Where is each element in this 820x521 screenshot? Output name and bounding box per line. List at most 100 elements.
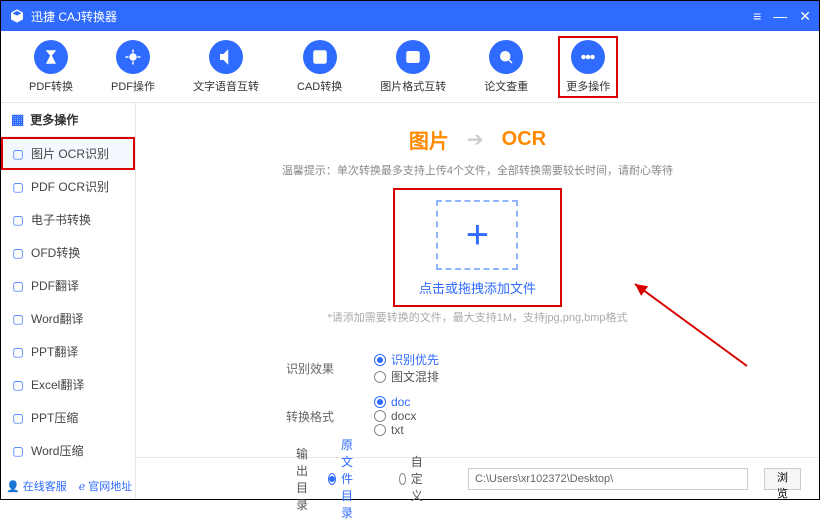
sidebar-item-label: Excel翻译 <box>31 376 84 393</box>
sidebar-item-ofd[interactable]: ▢ OFD转换 <box>1 236 135 269</box>
radio-mixed[interactable]: 图文混排 <box>374 368 439 385</box>
support-link[interactable]: 👤在线客服 <box>6 478 67 494</box>
hero: 图片 ➔ OCR <box>409 125 546 154</box>
option-format-row: 转换格式 docdocxtxt <box>286 395 789 437</box>
sidebar-item-label: PPT翻译 <box>31 343 78 360</box>
doc-icon: ▢ <box>11 180 25 194</box>
drop-zone[interactable]: + <box>436 200 518 270</box>
bottom-links: 👤在线客服 ℯ官网地址 <box>6 478 132 494</box>
sidebar-item-word-trans[interactable]: ▢ Word翻译 <box>1 302 135 335</box>
option-effect-label: 识别效果 <box>286 360 346 377</box>
toolbar-cad-convert[interactable]: CAD转换 <box>289 36 350 98</box>
doc-icon: ▢ <box>11 312 25 326</box>
sidebar-item-pdf-trans[interactable]: ▢ PDF翻译 <box>1 269 135 302</box>
toolbar-label: PDF转换 <box>29 78 73 94</box>
sidebar-item-pdf-ocr[interactable]: ▢ PDF OCR识别 <box>1 170 135 203</box>
arrow-right-icon: ➔ <box>467 127 484 152</box>
hero-from: 图片 <box>409 125 449 154</box>
options: 识别效果 识别优先图文混排 转换格式 docdocxtxt <box>166 351 789 437</box>
radio-dot-icon <box>374 371 386 383</box>
radio-docx[interactable]: docx <box>374 409 416 423</box>
thesis-dup-icon <box>489 40 523 74</box>
radio-recognize[interactable]: 识别优先 <box>374 351 439 368</box>
toolbar-more[interactable]: 更多操作 <box>558 36 618 98</box>
sidebar-item-label: 图片 OCR识别 <box>31 145 109 162</box>
sidebar-item-word-comp[interactable]: ▢ Word压缩 <box>1 434 135 467</box>
sidebar: ▦ 更多操作 ▢ 图片 OCR识别 ▢ PDF OCR识别 ▢ 电子书转换 ▢ OFD转换 ▢ P… <box>1 103 136 499</box>
hero-to: OCR <box>502 128 546 151</box>
sidebar-item-label: 电子书转换 <box>31 211 91 228</box>
radio-dot-icon <box>374 396 386 408</box>
toolbar-tts[interactable]: 文字语音互转 <box>185 36 267 98</box>
sidebar-header-label: 更多操作 <box>30 111 78 128</box>
doc-icon: ▢ <box>11 279 25 293</box>
plus-icon: + <box>466 215 489 255</box>
sidebar-item-ppt-comp[interactable]: ▢ PPT压缩 <box>1 401 135 434</box>
menu-icon[interactable]: ≡ <box>753 8 761 25</box>
tts-icon <box>209 40 243 74</box>
toolbar-label: PDF操作 <box>111 78 155 94</box>
toolbar-thesis-dup[interactable]: 论文查重 <box>476 36 536 98</box>
minimize-icon[interactable]: — <box>773 8 787 25</box>
sidebar-item-label: Word压缩 <box>31 442 83 459</box>
sidebar-item-label: PPT压缩 <box>31 409 78 426</box>
sidebar-item-label: PDF翻译 <box>31 277 79 294</box>
browse-button[interactable]: 浏览 <box>764 468 801 490</box>
toolbar-label: CAD转换 <box>297 78 342 94</box>
doc-icon: ▢ <box>11 444 25 458</box>
doc-icon: ▢ <box>11 345 25 359</box>
radio-dot-icon <box>399 473 406 485</box>
drop-area-highlight: + 点击或拖拽添加文件 <box>395 190 560 305</box>
toolbar-label: 更多操作 <box>566 78 610 94</box>
toolbar-label: 文字语音互转 <box>193 78 259 94</box>
toolbar-img-convert[interactable]: 图片格式互转 <box>372 36 454 98</box>
pdf-convert-icon <box>34 40 68 74</box>
globe-icon: ℯ <box>79 480 86 493</box>
sidebar-item-img-ocr[interactable]: ▢ 图片 OCR识别 <box>1 137 135 170</box>
main-area: ▦ 更多操作 ▢ 图片 OCR识别 ▢ PDF OCR识别 ▢ 电子书转换 ▢ OFD转换 ▢ P… <box>1 103 819 499</box>
pdf-operate-icon <box>116 40 150 74</box>
drop-hint: *请添加需要转换的文件，最大支持1M，支持jpg,png,bmp格式 <box>327 309 627 325</box>
toolbar-pdf-convert[interactable]: PDF转换 <box>21 36 81 98</box>
doc-icon: ▢ <box>11 378 25 392</box>
grid-icon: ▦ <box>11 111 24 128</box>
more-icon <box>571 40 605 74</box>
output-bar: 输出目录 原文件目录自定义 浏览 <box>136 457 819 499</box>
cad-convert-icon <box>303 40 337 74</box>
toolbar-pdf-operate[interactable]: PDF操作 <box>103 36 163 98</box>
sidebar-item-label: PDF OCR识别 <box>31 178 109 195</box>
drop-label: 点击或拖拽添加文件 <box>419 278 536 297</box>
output-label: 输出目录 <box>296 445 312 513</box>
sidebar-item-ebook[interactable]: ▢ 电子书转换 <box>1 203 135 236</box>
website-link[interactable]: ℯ官网地址 <box>79 478 133 494</box>
sidebar-item-ppt-trans[interactable]: ▢ PPT翻译 <box>1 335 135 368</box>
doc-icon: ▢ <box>11 246 25 260</box>
radio-dot-icon <box>374 354 386 366</box>
option-effect-row: 识别效果 识别优先图文混排 <box>286 351 789 385</box>
output-path-input[interactable] <box>468 468 748 490</box>
close-icon[interactable]: ✕ <box>799 8 811 25</box>
top-toolbar: PDF转换 PDF操作 文字语音互转 CAD转换 图片格式互转 论文查重 更多操作 <box>1 31 819 103</box>
radio-custom[interactable]: 自定义 <box>399 436 428 521</box>
sidebar-item-xls-trans[interactable]: ▢ Excel翻译 <box>1 368 135 401</box>
titlebar: 迅捷 CAJ转换器 ≡ — ✕ <box>1 1 819 31</box>
doc-icon: ▢ <box>11 411 25 425</box>
support-icon: 👤 <box>6 480 20 493</box>
toolbar-label: 图片格式互转 <box>380 78 446 94</box>
sidebar-header: ▦ 更多操作 <box>1 103 135 137</box>
radio-dot-icon <box>374 410 386 422</box>
option-format-label: 转换格式 <box>286 408 346 425</box>
img-convert-icon <box>396 40 430 74</box>
sidebar-item-label: Word翻译 <box>31 310 83 327</box>
sidebar-item-label: OFD转换 <box>31 244 80 261</box>
radio-txt[interactable]: txt <box>374 423 416 437</box>
doc-icon: ▢ <box>11 147 25 161</box>
radio-dot-icon <box>328 473 336 485</box>
doc-icon: ▢ <box>11 213 25 227</box>
radio-dot-icon <box>374 424 386 436</box>
app-title: 迅捷 CAJ转换器 <box>31 8 117 25</box>
content: 图片 ➔ OCR 温馨提示：单次转换最多支持上传4个文件，全部转换需要较长时间，… <box>136 103 819 499</box>
radio-doc[interactable]: doc <box>374 395 416 409</box>
radio-orig[interactable]: 原文件目录 <box>328 436 357 521</box>
toolbar-label: 论文查重 <box>484 78 528 94</box>
